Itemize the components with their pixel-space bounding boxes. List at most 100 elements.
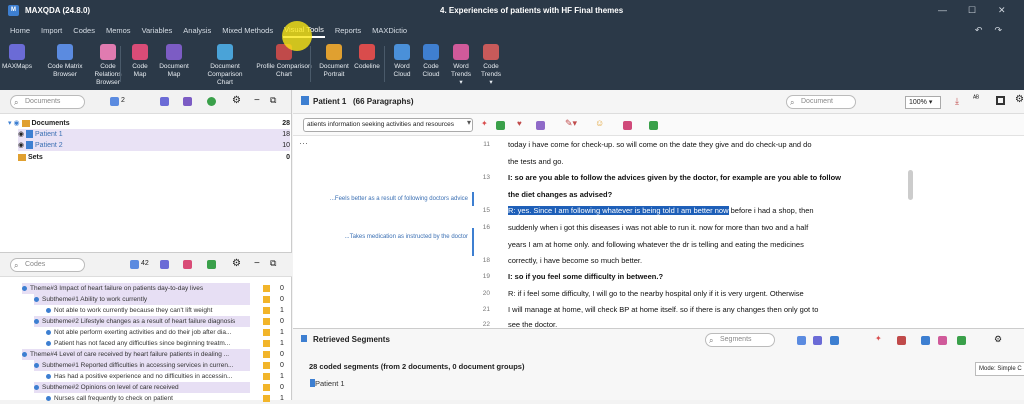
text-line[interactable]: I will manage at home, will check BP at … (508, 305, 818, 314)
code-in-vivo-icon[interactable] (496, 121, 505, 130)
layout-icon[interactable] (996, 96, 1005, 105)
menu-home[interactable]: Home (9, 24, 31, 37)
memo-icon[interactable] (263, 351, 270, 358)
coding-stripe-label[interactable]: ...Feels better as a result of following… (330, 196, 468, 202)
filter-icon[interactable] (130, 260, 139, 269)
code-tree-row[interactable]: Theme#3 Impact of heart failure on patie… (22, 283, 250, 294)
new-code-icon[interactable] (160, 260, 169, 269)
undock-icon[interactable]: ⧉ (270, 258, 276, 269)
spellcheck-icon[interactable]: ᴬᴮ (973, 95, 979, 102)
undo-redo-icons[interactable]: ↶↷ (975, 25, 1014, 36)
text-line[interactable]: today i have come for check-up. so will … (508, 140, 812, 149)
add-icon[interactable] (207, 97, 216, 106)
coding-stripe[interactable] (472, 192, 474, 206)
code-tree-row[interactable]: Subtheme#2 Lifestyle changes as a result… (34, 316, 250, 327)
minimize-pane-icon[interactable]: − (254, 258, 260, 269)
document-search-input[interactable]: ⌕ Document (786, 95, 856, 109)
code-icon[interactable]: ✦ (875, 334, 882, 343)
ribbon-button-code-matrix[interactable]: Code Matrix Browser (44, 44, 86, 79)
menu-analysis[interactable]: Analysis (182, 24, 212, 37)
highlight-red-icon[interactable]: ♥ (517, 119, 522, 128)
undock-icon[interactable]: ⧉ (270, 95, 276, 106)
edit-document-icon[interactable] (301, 96, 309, 105)
trends-icon[interactable] (938, 336, 947, 345)
ribbon-button-code-map[interactable]: Code Map (130, 44, 150, 79)
memo-icon[interactable] (263, 340, 270, 347)
documents-search-input[interactable]: ⌕ Documents (10, 95, 85, 109)
coding-stripe[interactable] (472, 228, 474, 256)
code-tree-row[interactable]: Nurses call frequently to check on patie… (46, 393, 250, 404)
text-line[interactable]: the diet changes as advised? (508, 190, 612, 199)
memo-icon[interactable] (263, 373, 270, 380)
text-line[interactable]: correctly, i have become so much better. (508, 256, 642, 265)
code-tree-row[interactable]: Subtheme#2 Opinions on level of care rec… (34, 382, 250, 393)
minimize-icon[interactable]: — (938, 5, 947, 15)
tree-row-patient-1[interactable]: ◉ Patient 1 18 (18, 129, 290, 140)
minimize-pane-icon[interactable]: − (254, 95, 260, 106)
menu-codes[interactable]: Codes (72, 24, 96, 37)
coding-stripe-label[interactable]: ...Takes medication as instructed by the… (345, 234, 468, 240)
ribbon-button-maxmaps[interactable]: MAXMaps (2, 44, 32, 71)
code-color-icon[interactable] (536, 121, 545, 130)
close-icon[interactable]: ✕ (998, 5, 1006, 16)
gear-icon[interactable]: ⚙ (232, 95, 241, 106)
more-icon[interactable]: ··· (299, 138, 308, 148)
cloud-icon[interactable] (921, 336, 930, 345)
text-line[interactable]: the tests and go. (508, 157, 563, 166)
import-icon[interactable] (183, 97, 192, 106)
highlighter-icon[interactable]: ✎▾ (565, 118, 577, 129)
text-line[interactable]: suddenly when i got this diseases i was … (508, 223, 808, 232)
menu-memos[interactable]: Memos (105, 24, 132, 37)
memo-icon[interactable] (263, 395, 270, 402)
code-tree-row[interactable]: Patient has not faced any difficulties s… (46, 338, 250, 349)
ribbon-button-code-relations[interactable]: Code Relations Browser (86, 44, 130, 87)
menu-maxdictio[interactable]: MAXDictio (371, 24, 408, 37)
code-tree-row[interactable]: Has had a positive experience and no dif… (46, 371, 250, 382)
gear-icon[interactable]: ⚙ (994, 334, 1002, 345)
ribbon-button-document-map[interactable]: Document Map (155, 44, 193, 79)
code-tree-row[interactable]: Subtheme#1 Reported difficulties in acce… (34, 360, 250, 371)
new-document-icon[interactable] (160, 97, 169, 106)
code-icon[interactable]: ✦ (481, 119, 488, 128)
ribbon-button-codeline[interactable]: Codeline (352, 44, 382, 71)
text-line[interactable]: R: if i feel some difficulty, I will go … (508, 289, 804, 298)
tree-row-patient-2[interactable]: ◉ Patient 2 10 (18, 140, 290, 151)
code-tree-row[interactable]: Not able to work currently because they … (46, 305, 250, 316)
maximize-icon[interactable]: ☐ (968, 5, 976, 16)
memo-icon[interactable] (897, 336, 906, 345)
menu-mixed-methods[interactable]: Mixed Methods (221, 24, 274, 37)
memo-icon[interactable] (263, 318, 270, 325)
codes-search-input[interactable]: ⌕ Codes (10, 258, 85, 272)
copy-icon[interactable] (813, 336, 822, 345)
memo-icon[interactable] (263, 362, 270, 369)
code-tree-row[interactable]: Theme#4 Level of care received by heart … (22, 349, 250, 360)
text-line[interactable]: years I am at home only. and following w… (508, 240, 804, 249)
memo-icon[interactable] (263, 296, 270, 303)
code-system-icon[interactable] (207, 260, 216, 269)
ribbon-button-document-portrait[interactable]: Document Portrait (318, 44, 350, 79)
segments-search-input[interactable]: ⌕ Segments (705, 333, 775, 347)
zoom-select[interactable]: 100% ▾ (905, 96, 941, 109)
text-line[interactable]: I: so are you able to follow the advices… (508, 173, 841, 182)
memo-icon[interactable] (263, 329, 270, 336)
tree-row-documents[interactable]: ▾ ◉ Documents 28 (8, 118, 290, 129)
ribbon-button-word-trends[interactable]: Word Trends ▾ (449, 44, 473, 87)
comment-icon[interactable] (830, 336, 839, 345)
code-tree-row[interactable]: Not able perform exerting activities and… (46, 327, 250, 338)
gear-icon[interactable]: ⚙ (232, 258, 241, 269)
memo-icon[interactable] (623, 121, 632, 130)
mode-select[interactable]: Mode: Simple C (975, 362, 1024, 376)
export-icon[interactable]: ⤓ (955, 96, 959, 107)
export-segments-icon[interactable] (797, 336, 806, 345)
menu-variables[interactable]: Variables (141, 24, 174, 37)
ribbon-button-code-cloud[interactable]: Code Cloud (420, 44, 442, 79)
text-line[interactable]: I: so if you feel some difficulty in bet… (508, 272, 663, 281)
undo-coding-icon[interactable] (649, 121, 658, 130)
menu-import[interactable]: Import (40, 24, 63, 37)
ribbon-button-word-cloud[interactable]: Word Cloud (392, 44, 412, 79)
gear-icon[interactable]: ⚙ (1015, 94, 1024, 105)
filter-icon[interactable] (110, 97, 119, 106)
emoticon-icon[interactable]: ☺ (595, 118, 604, 128)
memo-icon[interactable] (263, 307, 270, 314)
chevron-down-icon[interactable]: ▾ (467, 118, 471, 127)
